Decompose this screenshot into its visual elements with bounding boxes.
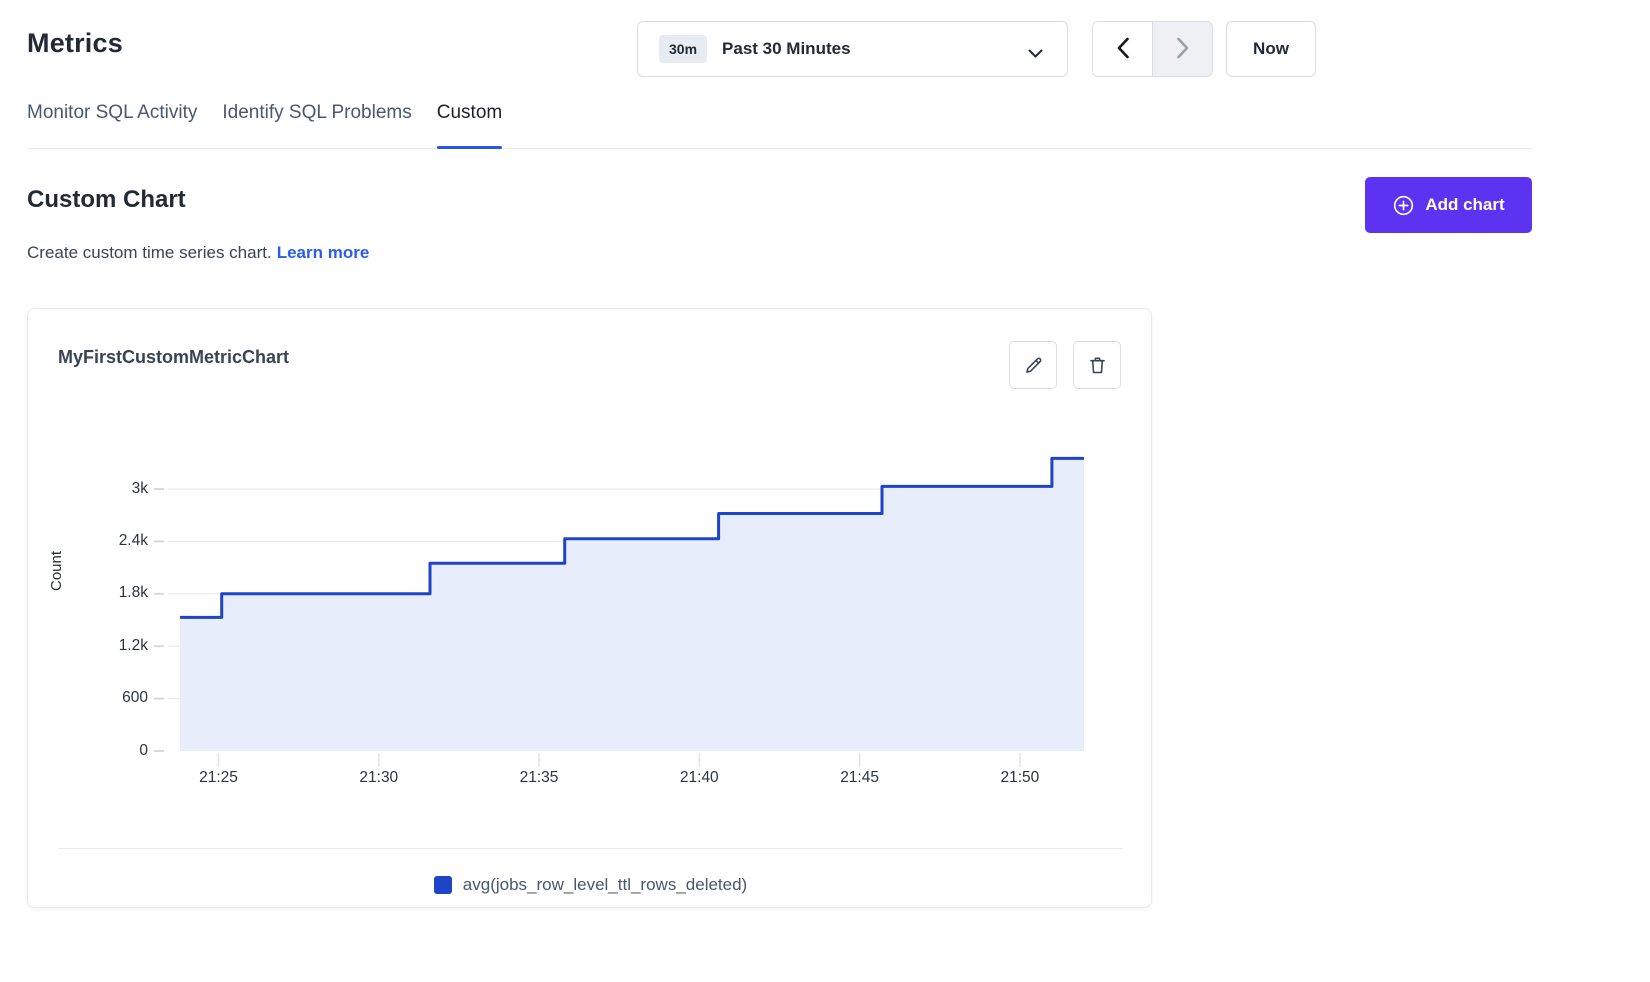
time-range-label: Past 30 Minutes bbox=[722, 39, 851, 59]
metrics-page: Metrics 30m Past 30 Minutes Now Monitor … bbox=[0, 0, 1650, 982]
time-nav-group bbox=[1092, 21, 1213, 77]
y-axis-tick-label: 1.8k bbox=[80, 584, 148, 602]
time-forward-button[interactable] bbox=[1152, 22, 1212, 76]
legend-label: avg(jobs_row_level_ttl_rows_deleted) bbox=[463, 875, 747, 895]
section-title: Custom Chart bbox=[27, 186, 186, 214]
trash-icon bbox=[1087, 355, 1108, 376]
pencil-icon bbox=[1023, 355, 1044, 376]
custom-chart-card: MyFirstCustomMetricChart Count 06001.2k1… bbox=[27, 308, 1152, 908]
y-axis-tick-label: 3k bbox=[80, 480, 148, 498]
time-series-chart: Count 06001.2k1.8k2.4k3k21:2521:3021:352… bbox=[28, 421, 1153, 817]
time-back-button[interactable] bbox=[1093, 22, 1152, 76]
x-axis-tick-label: 21:50 bbox=[978, 769, 1062, 787]
time-range-badge: 30m bbox=[659, 35, 707, 63]
section-subtitle: Create custom time series chart. Learn mo… bbox=[27, 243, 369, 263]
tab-monitor-sql-activity[interactable]: Monitor SQL Activity bbox=[27, 100, 197, 148]
x-axis-tick-label: 21:35 bbox=[497, 769, 581, 787]
subtitle-text: Create custom time series chart. bbox=[27, 243, 272, 262]
y-axis-tick-label: 600 bbox=[80, 689, 148, 707]
add-chart-label: Add chart bbox=[1425, 195, 1504, 215]
delete-chart-button[interactable] bbox=[1073, 341, 1121, 389]
chevron-right-icon bbox=[1177, 37, 1189, 62]
time-range-selector[interactable]: 30m Past 30 Minutes bbox=[637, 21, 1068, 77]
chart-legend: avg(jobs_row_level_ttl_rows_deleted) bbox=[28, 865, 1153, 905]
x-axis-tick-label: 21:30 bbox=[337, 769, 421, 787]
legend-swatch bbox=[434, 876, 452, 894]
x-axis-tick-label: 21:40 bbox=[657, 769, 741, 787]
chevron-down-icon bbox=[1028, 46, 1043, 64]
chart-title: MyFirstCustomMetricChart bbox=[58, 347, 289, 368]
add-chart-button[interactable]: Add chart bbox=[1365, 177, 1532, 233]
x-axis-tick-label: 21:45 bbox=[818, 769, 902, 787]
now-button[interactable]: Now bbox=[1226, 21, 1316, 77]
tab-custom[interactable]: Custom bbox=[437, 100, 502, 148]
y-axis-tick-label: 1.2k bbox=[80, 637, 148, 655]
page-title: Metrics bbox=[27, 28, 123, 59]
tab-bar: Monitor SQL Activity Identify SQL Proble… bbox=[27, 100, 1533, 149]
x-axis-tick-label: 21:25 bbox=[177, 769, 261, 787]
chevron-left-icon bbox=[1117, 37, 1129, 62]
y-axis-tick-label: 2.4k bbox=[80, 532, 148, 550]
y-axis-tick-label: 0 bbox=[80, 742, 148, 760]
tab-identify-sql-problems[interactable]: Identify SQL Problems bbox=[222, 100, 411, 148]
learn-more-link[interactable]: Learn more bbox=[277, 243, 370, 262]
edit-chart-button[interactable] bbox=[1009, 341, 1057, 389]
legend-divider bbox=[58, 848, 1123, 849]
chart-plot bbox=[28, 421, 1153, 817]
plus-circle-icon bbox=[1392, 194, 1415, 217]
